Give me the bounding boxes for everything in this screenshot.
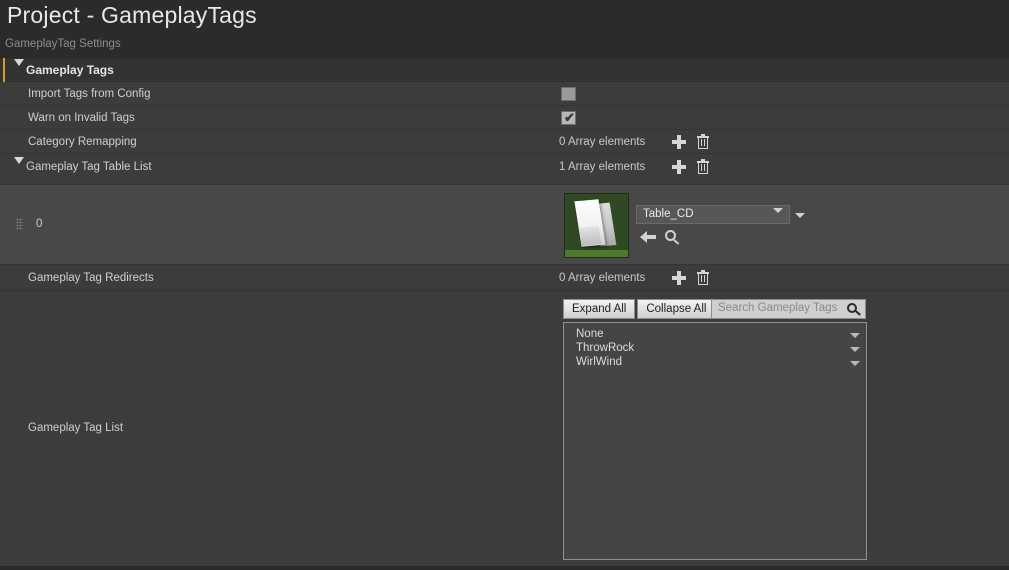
collapse-all-button[interactable]: Collapse All	[637, 299, 715, 319]
data-table-asset-thumbnail[interactable]	[564, 193, 629, 258]
property-label: Warn on Invalid Tags	[28, 112, 135, 124]
browse-asset-magnifier-icon[interactable]	[664, 229, 682, 245]
property-label: Category Remapping	[28, 136, 137, 148]
list-item[interactable]: ThrowRock	[564, 342, 866, 356]
asset-picker-combo[interactable]: Table_CD	[636, 205, 790, 224]
tag-name-label: None	[576, 328, 604, 340]
clear-array-button[interactable]	[694, 133, 712, 151]
gameplay-tags-settings-window: Project - GameplayTags GameplayTag Setti…	[0, 0, 1009, 570]
property-label: Gameplay Tag Redirects	[28, 272, 154, 284]
tag-name-label: ThrowRock	[576, 342, 634, 354]
property-label: Gameplay Tag Table List	[26, 161, 152, 173]
page-title: Project - GameplayTags	[7, 2, 257, 29]
array-count-label: 1 Array elements	[559, 161, 645, 173]
warn-on-invalid-tags-checkbox[interactable]: ✔	[561, 111, 576, 125]
magnifier-handle-icon	[855, 310, 861, 315]
chevron-down-icon[interactable]	[850, 347, 860, 352]
array-count-label: 0 Array elements	[559, 136, 645, 148]
drag-handle[interactable]	[16, 218, 23, 230]
clear-array-button[interactable]	[694, 269, 712, 287]
chevron-down-icon[interactable]	[773, 213, 783, 231]
property-row-import-tags-from-config: Import Tags from Config	[0, 82, 1009, 106]
array-element-index-label: 0	[36, 218, 42, 230]
titlebar: Project - GameplayTags GameplayTag Setti…	[0, 0, 1009, 58]
gameplay-tag-list-box[interactable]: None ThrowRock WirlWind	[563, 322, 867, 560]
list-item[interactable]: WirlWind	[564, 356, 866, 370]
clear-array-button[interactable]	[694, 158, 712, 176]
asset-options-chevron-down-icon[interactable]	[795, 218, 805, 236]
import-tags-from-config-checkbox[interactable]	[561, 87, 576, 101]
check-icon: ✔	[564, 111, 575, 125]
add-array-element-button[interactable]	[670, 133, 688, 151]
property-row-category-remapping: Category Remapping 0 Array elements	[0, 130, 1009, 154]
asset-name-value: Table_CD	[643, 208, 694, 220]
array-count-label: 0 Array elements	[559, 272, 645, 284]
search-placeholder: Search Gameplay Tags	[718, 302, 837, 314]
chevron-down-icon[interactable]	[850, 333, 860, 338]
category-header-gameplay-tags[interactable]: Gameplay Tags	[0, 58, 1009, 82]
page-subtitle: GameplayTag Settings	[5, 38, 121, 50]
tag-list-toolbar: Expand AllCollapse All	[563, 299, 715, 319]
search-gameplay-tags-input[interactable]: Search Gameplay Tags	[711, 299, 866, 319]
add-array-element-button[interactable]	[670, 269, 688, 287]
chevron-down-icon[interactable]	[850, 361, 860, 366]
property-row-gameplay-tag-table-list: Gameplay Tag Table List 1 Array elements	[0, 154, 1009, 185]
property-label: Gameplay Tag List	[28, 422, 123, 434]
triangle-down-icon[interactable]	[14, 164, 24, 182]
expand-all-button[interactable]: Expand All	[563, 299, 635, 319]
property-label: Import Tags from Config	[28, 88, 151, 100]
array-element-row	[0, 185, 1009, 265]
add-array-element-button[interactable]	[670, 158, 688, 176]
tag-name-label: WirlWind	[576, 356, 622, 368]
property-row-gameplay-tag-redirects: Gameplay Tag Redirects 0 Array elements	[0, 265, 1009, 291]
list-item[interactable]: None	[564, 328, 866, 342]
category-header-label: Gameplay Tags	[26, 63, 114, 77]
use-selected-asset-left-arrow-icon[interactable]	[640, 229, 658, 245]
property-row-warn-on-invalid-tags: Warn on Invalid Tags ✔	[0, 106, 1009, 130]
